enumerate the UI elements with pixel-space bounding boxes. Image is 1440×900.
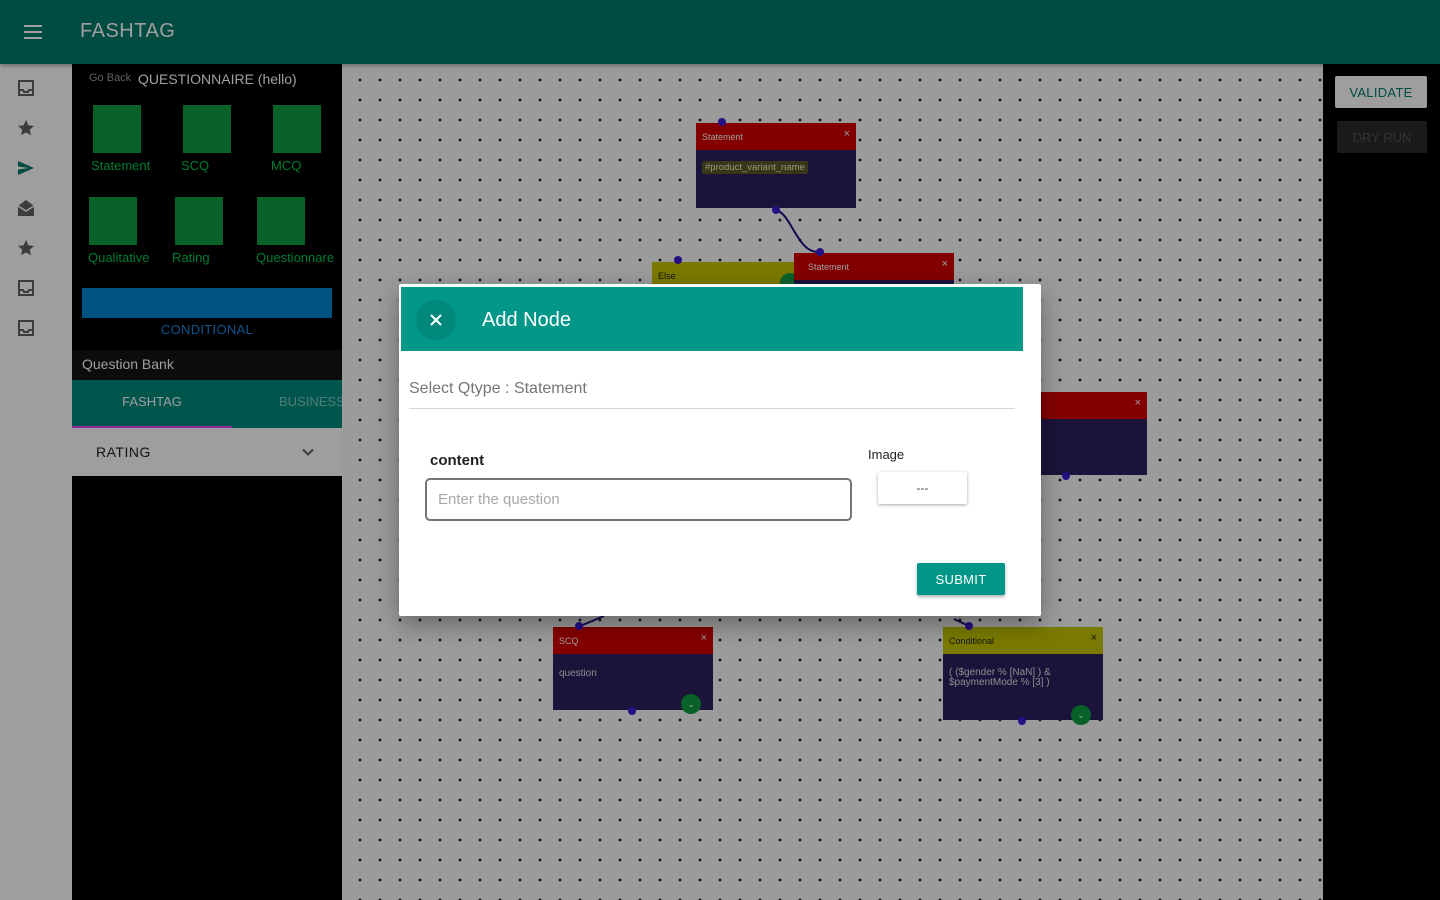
close-button[interactable] [416,300,456,340]
dialog-title: Add Node [482,309,571,331]
submit-button[interactable]: SUBMIT [917,563,1005,595]
dialog-header: Add Node [401,287,1023,351]
image-select[interactable]: --- [878,472,967,504]
image-label: Image [868,447,905,462]
question-input[interactable] [425,478,852,521]
add-node-dialog: Add Node Select Qtype : Statement conten… [399,284,1041,616]
divider [409,408,1015,409]
qtype-label: Select Qtype : Statement [409,380,587,397]
content-label: content [430,452,485,469]
close-icon [430,314,442,326]
